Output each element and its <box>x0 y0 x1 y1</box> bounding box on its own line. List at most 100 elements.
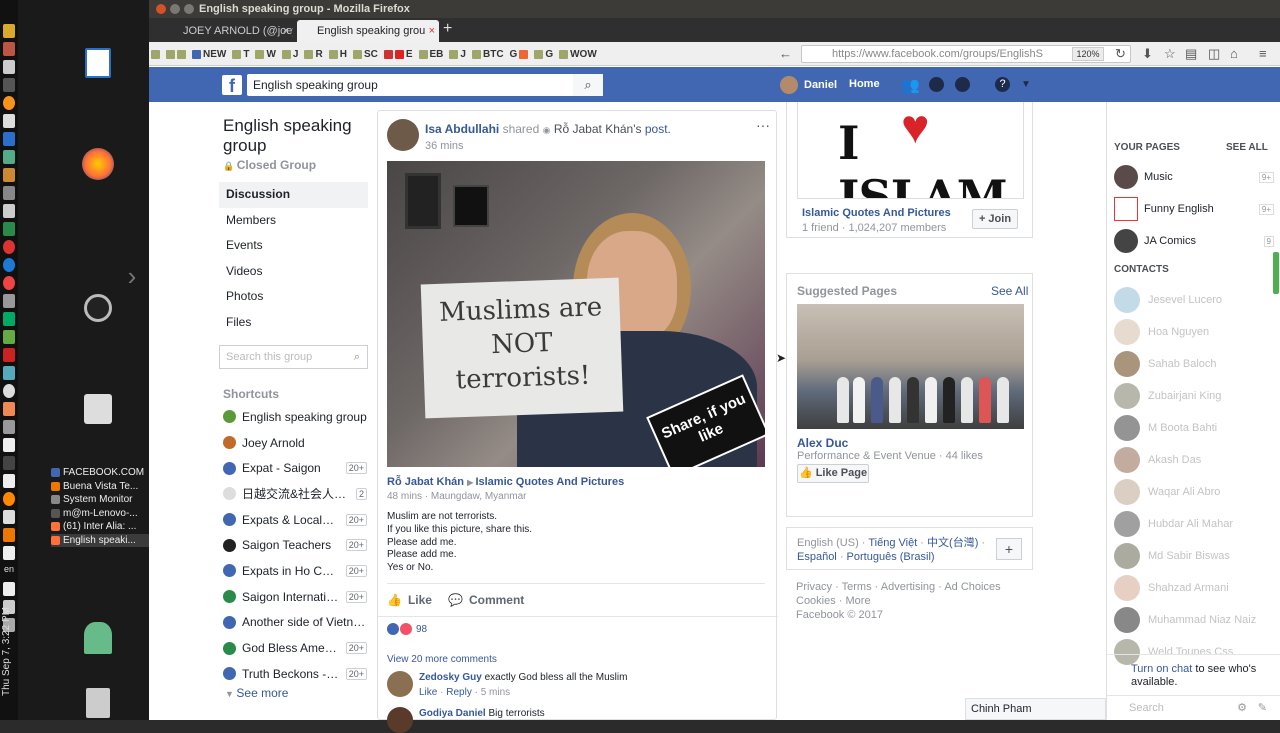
contact-item[interactable]: Shahzad Armani <box>1114 572 1274 604</box>
bookmark[interactable]: EB <box>418 49 443 60</box>
post-time[interactable]: 36 mins <box>425 140 464 152</box>
home-link[interactable]: Home <box>849 78 880 90</box>
gear-icon[interactable]: ⚙ <box>1237 696 1247 720</box>
task-item[interactable]: m@m-Lenovo-... <box>51 507 149 521</box>
chevron-down-icon[interactable]: ▼ <box>1021 79 1031 90</box>
shortcut-item[interactable]: Saigon Teachers 20+ <box>223 532 367 558</box>
volume-icon[interactable] <box>3 582 15 596</box>
nav-members[interactable]: Members <box>219 208 368 234</box>
nav-videos[interactable]: Videos <box>219 259 368 285</box>
scrollbar-thumb[interactable] <box>1273 252 1279 294</box>
footer-line[interactable]: Cookies · More <box>796 594 1026 608</box>
firefox-icon[interactable] <box>82 148 114 180</box>
group-name[interactable]: English speaking group <box>223 116 363 156</box>
comment-reply-link[interactable]: Reply <box>446 687 472 698</box>
orig-author-link[interactable]: Rỗ Jabat Khán <box>554 122 633 136</box>
see-all-link[interactable]: See All <box>991 284 1028 298</box>
author-link[interactable]: Isa Abdullahi <box>425 122 499 136</box>
post-link[interactable]: post. <box>645 122 671 136</box>
group-search-input[interactable]: Search this group ⌕ <box>219 345 368 369</box>
contact-item[interactable]: Md Sabir Biswas <box>1114 540 1274 572</box>
bookmark[interactable]: W <box>255 49 276 60</box>
task-item[interactable]: FACEBOOK.COM <box>51 466 149 480</box>
app-icon[interactable] <box>3 132 15 146</box>
facebook-search-input[interactable]: English speaking group <box>247 74 603 96</box>
bookmark-star-icon[interactable]: ☆ <box>1164 46 1176 62</box>
see-all-pages-link[interactable]: SEE ALL <box>1226 142 1268 153</box>
compose-icon[interactable]: ✎ <box>1258 696 1267 720</box>
comment-button[interactable]: 💬 Comment <box>448 593 524 607</box>
contact-item[interactable]: M Boota Bahti <box>1114 412 1274 444</box>
reactions[interactable]: 98 <box>387 623 427 635</box>
app-icon[interactable] <box>3 456 15 470</box>
page-item-music[interactable]: Music 9+ <box>1114 164 1274 190</box>
bookmark[interactable] <box>151 49 160 59</box>
footer-line[interactable]: Privacy · Terms · Advertising · Ad Choic… <box>796 580 1026 594</box>
comment-time[interactable]: 5 mins <box>481 687 510 698</box>
join-button[interactable]: + Join <box>972 209 1018 229</box>
reload-icon[interactable]: ↻ <box>1115 46 1126 62</box>
nav-photos[interactable]: Photos <box>219 284 368 310</box>
contact-item[interactable]: Zubairjani King <box>1114 380 1274 412</box>
contact-item[interactable]: Hoa Nguyen <box>1114 316 1274 348</box>
user-icon[interactable] <box>84 622 112 654</box>
facebook-logo-icon[interactable]: f <box>222 75 242 96</box>
profile-link[interactable]: Daniel <box>780 76 837 94</box>
archive-icon[interactable] <box>84 394 112 424</box>
nav-discussion[interactable]: Discussion <box>219 182 368 208</box>
menu-icon[interactable]: ≡ <box>1259 46 1267 61</box>
avatar[interactable] <box>387 671 413 697</box>
shortcut-item[interactable]: English speaking group <box>223 404 367 430</box>
shortcut-item[interactable]: Expat - Saigon 20+ <box>223 455 367 481</box>
chat-tab[interactable]: Chinh Pham <box>965 698 1106 720</box>
page-item-funny-english[interactable]: Funny English 9+ <box>1114 196 1274 222</box>
page-item-ja-comics[interactable]: JA Comics 9 <box>1114 228 1274 254</box>
bookmark[interactable]: E <box>383 49 413 60</box>
app-icon[interactable] <box>3 114 15 128</box>
contact-item[interactable]: Akash Das <box>1114 444 1274 476</box>
minimize-window-button[interactable] <box>170 4 180 14</box>
maximize-window-button[interactable] <box>184 4 194 14</box>
app-icon[interactable] <box>3 42 15 56</box>
trash-icon[interactable] <box>86 688 110 718</box>
app-icon[interactable] <box>3 24 15 38</box>
page-name-link[interactable]: Alex Duc <box>797 436 848 450</box>
bookmark[interactable]: R <box>304 49 323 60</box>
like-page-button[interactable]: 👍 Like Page <box>797 464 869 483</box>
document-icon[interactable] <box>85 48 111 78</box>
bookmark[interactable]: WOW <box>559 49 597 60</box>
like-button[interactable]: 👍 Like <box>387 593 432 607</box>
tab-english-group[interactable]: English speaking grou × <box>297 20 439 42</box>
help-icon[interactable]: ? <box>995 77 1010 92</box>
app-icon[interactable] <box>3 204 15 218</box>
task-item[interactable]: Buena Vista Te... <box>51 480 149 494</box>
library-icon[interactable]: ▤ <box>1185 46 1197 62</box>
new-tab-button[interactable]: + <box>443 18 452 40</box>
post-options-icon[interactable]: ··· <box>756 117 770 133</box>
app-icon[interactable] <box>3 186 15 200</box>
app-icon[interactable] <box>3 150 15 164</box>
contact-item[interactable]: Waqar Ali Abro <box>1114 476 1274 508</box>
page-cover-image[interactable] <box>797 304 1024 429</box>
language-link[interactable]: Tiếng Việt <box>868 537 917 549</box>
download-icon[interactable]: ⬇ <box>1142 46 1153 62</box>
more-languages-button[interactable]: + <box>996 538 1022 560</box>
language-link[interactable]: Português (Brasil) <box>847 551 935 563</box>
contact-item[interactable]: Jesevel Lucero <box>1114 284 1274 316</box>
bookmark[interactable]: H <box>328 49 347 60</box>
app-icon[interactable] <box>3 510 15 524</box>
friend-requests-icon[interactable]: 👥 <box>901 76 920 94</box>
bookmark[interactable]: J <box>281 49 298 60</box>
turn-on-chat-link[interactable]: Turn on chat <box>1131 663 1192 675</box>
close-window-button[interactable] <box>156 4 166 14</box>
nav-events[interactable]: Events <box>219 233 368 259</box>
nav-files[interactable]: Files <box>219 310 368 336</box>
clock[interactable]: Thu Sep 7, 3:22 PM <box>1 600 17 704</box>
shortcut-item[interactable]: Expats & Locals In ... 20+ <box>223 507 367 533</box>
app-icon[interactable] <box>3 240 15 254</box>
orig-page-link[interactable]: Islamic Quotes And Pictures <box>475 476 624 488</box>
app-icon[interactable] <box>3 78 15 92</box>
keyboard-lang[interactable]: en <box>3 564 15 578</box>
contact-item[interactable]: Muhammad Niaz Naiz <box>1114 604 1274 636</box>
app-icon[interactable] <box>3 60 15 74</box>
